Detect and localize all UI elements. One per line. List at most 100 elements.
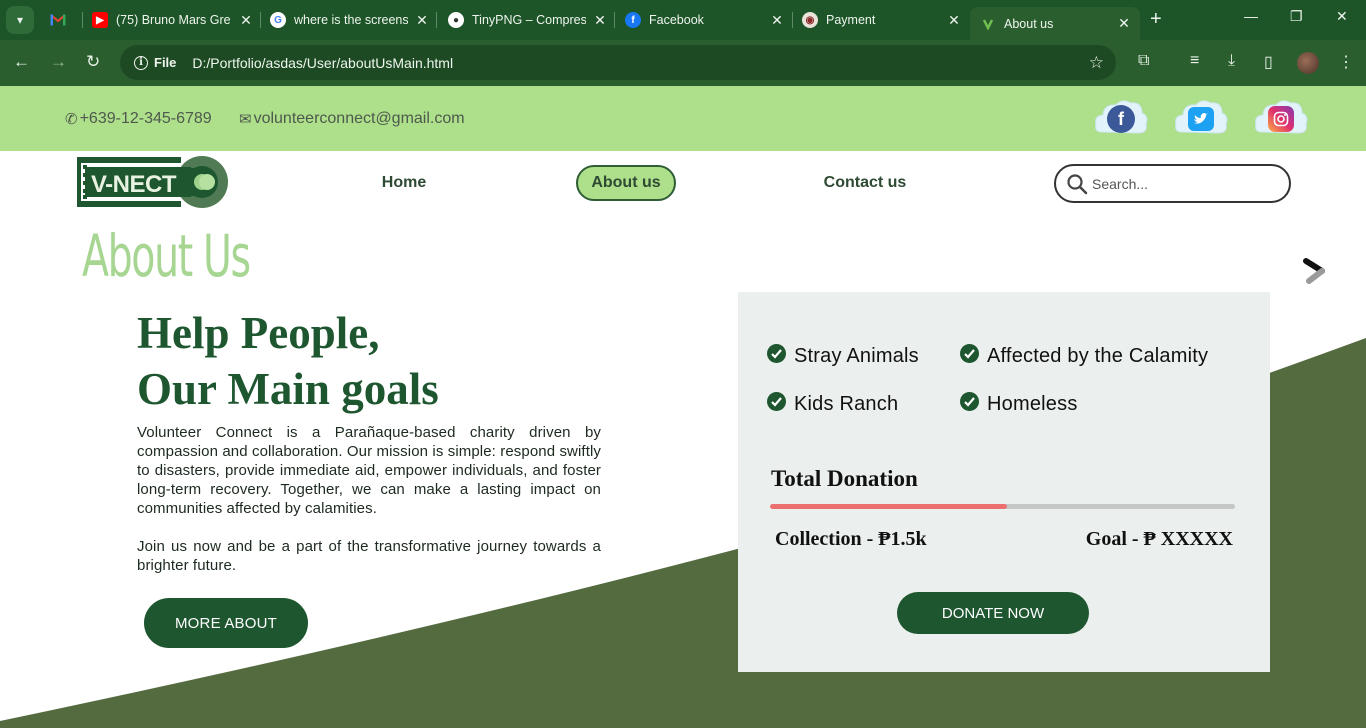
mission-paragraph: Volunteer Connect is a Parañaque-based c… bbox=[137, 424, 601, 517]
check-circle-icon bbox=[960, 344, 979, 363]
facebook-link[interactable]: f bbox=[1092, 96, 1150, 142]
browser-tab-strip: ▾ ▶ (75) Bruno Mars Gre ✕ G where is the… bbox=[0, 0, 1366, 40]
contact-topbar: ✆ +639-12-345-6789 ✉ volunteerconnect@gm… bbox=[0, 86, 1366, 151]
phone-number: +639-12-345-6789 bbox=[79, 110, 212, 127]
tab-title: Payment bbox=[826, 13, 876, 27]
tab-separator bbox=[82, 12, 83, 28]
tab-title: where is the screens bbox=[294, 13, 408, 27]
site-info-label: File bbox=[154, 55, 177, 70]
donate-now-label: DONATE NOW bbox=[941, 604, 1045, 622]
donation-progress-fill bbox=[770, 504, 1008, 509]
new-tab-button[interactable]: + bbox=[1150, 9, 1162, 29]
main-heading: Help People, Our Main goals bbox=[137, 305, 439, 417]
vnect-logo[interactable]: V-NECT bbox=[75, 155, 231, 209]
tab-search-button[interactable]: ▾ bbox=[6, 6, 34, 34]
tab-title: Facebook bbox=[649, 13, 704, 27]
tab-about-us[interactable]: About us ✕ bbox=[970, 7, 1140, 40]
back-icon[interactable]: ← bbox=[13, 52, 30, 72]
goal-label: Affected by the Calamity bbox=[987, 345, 1209, 367]
goal-label: Stray Animals bbox=[794, 345, 919, 367]
restore-icon[interactable]: ❐ bbox=[1290, 8, 1303, 25]
search-input[interactable] bbox=[1092, 175, 1272, 192]
search-box[interactable] bbox=[1054, 164, 1291, 203]
close-tab-icon[interactable]: ✕ bbox=[1116, 15, 1132, 32]
tab-google[interactable]: G where is the screens ✕ bbox=[270, 6, 430, 34]
minimize-icon[interactable]: — bbox=[1244, 8, 1258, 24]
reload-icon[interactable]: ↻ bbox=[86, 52, 100, 72]
instagram-icon bbox=[1268, 106, 1294, 132]
check-circle-icon bbox=[767, 392, 786, 411]
tab-payment[interactable]: ◉ Payment ✕ bbox=[802, 6, 962, 34]
goal-amount: Goal - ₱ XXXXX bbox=[1085, 528, 1233, 550]
browser-toolbar: ← → ↻ i File D:/Portfolio/asdas/User/abo… bbox=[0, 40, 1366, 86]
site-info-chip[interactable]: i File bbox=[130, 50, 184, 76]
close-window-icon[interactable]: ✕ bbox=[1336, 8, 1348, 25]
twitter-link[interactable] bbox=[1172, 96, 1230, 142]
twitter-icon bbox=[1188, 107, 1214, 131]
forward-icon[interactable]: → bbox=[50, 52, 67, 72]
facebook-icon: f bbox=[625, 12, 641, 28]
phone-icon: ✆ bbox=[65, 111, 78, 128]
nav-home[interactable]: Home bbox=[364, 165, 444, 201]
mail-icon: ✉ bbox=[239, 111, 252, 128]
tab-separator bbox=[792, 12, 793, 28]
goal-item: Affected by the Calamity bbox=[960, 344, 1209, 368]
donation-card: Stray Animals Affected by the Calamity K… bbox=[738, 292, 1270, 672]
more-about-button[interactable]: MORE ABOUT bbox=[144, 598, 308, 648]
join-paragraph: Join us now and be a part of the transfo… bbox=[137, 538, 601, 574]
facebook-icon: f bbox=[1107, 105, 1135, 133]
nav-about-us[interactable]: About us bbox=[576, 165, 676, 201]
tab-separator bbox=[260, 12, 261, 28]
tinypng-icon: ● bbox=[448, 12, 464, 28]
bookmark-star-icon[interactable]: ☆ bbox=[1089, 53, 1104, 73]
nav-contact-us[interactable]: Contact us bbox=[815, 165, 915, 201]
total-donation-title: Total Donation bbox=[771, 466, 918, 491]
check-circle-icon bbox=[767, 344, 786, 363]
profile-avatar[interactable] bbox=[1297, 52, 1319, 74]
url-text[interactable]: D:/Portfolio/asdas/User/aboutUsMain.html bbox=[192, 55, 453, 71]
collection-amount: Collection - ₱1.5k bbox=[775, 528, 927, 550]
goal-item: Stray Animals bbox=[767, 344, 919, 368]
side-panel-icon[interactable]: ▯ bbox=[1264, 52, 1273, 72]
tab-title: About us bbox=[1004, 16, 1054, 31]
close-tab-icon[interactable]: ✕ bbox=[238, 12, 254, 29]
donate-now-button[interactable]: DONATE NOW bbox=[897, 592, 1089, 634]
search-icon bbox=[1067, 173, 1088, 194]
email-address: volunteerconnect@gmail.com bbox=[253, 110, 465, 127]
address-bar[interactable]: i File D:/Portfolio/asdas/User/aboutUsMa… bbox=[120, 45, 1116, 80]
nav-about-label: About us bbox=[591, 174, 661, 191]
chevron-down-icon: ▾ bbox=[16, 13, 24, 27]
extensions-icon[interactable]: ⧉ bbox=[1138, 52, 1149, 70]
close-tab-icon[interactable]: ✕ bbox=[769, 12, 785, 29]
tab-youtube[interactable]: ▶ (75) Bruno Mars Gre ✕ bbox=[92, 6, 254, 34]
more-about-label: MORE ABOUT bbox=[174, 614, 277, 632]
main-navigation: V-NECT Home About us Contact us bbox=[0, 151, 1366, 213]
instagram-link[interactable] bbox=[1252, 96, 1310, 142]
info-icon: i bbox=[134, 55, 148, 70]
check-circle-icon bbox=[960, 392, 979, 411]
heading-line-1: Help People, bbox=[137, 308, 380, 358]
download-icon[interactable]: ⤓ bbox=[1228, 52, 1235, 70]
tab-facebook[interactable]: f Facebook ✕ bbox=[625, 6, 785, 34]
media-control-icon[interactable]: ≡ bbox=[1190, 52, 1199, 70]
close-tab-icon[interactable]: ✕ bbox=[592, 12, 608, 29]
logo-text: V-NECT bbox=[91, 171, 177, 198]
close-tab-icon[interactable]: ✕ bbox=[414, 12, 430, 29]
tab-gmail[interactable] bbox=[50, 6, 78, 34]
donation-progress-bar bbox=[770, 504, 1235, 509]
more-menu-icon[interactable]: ⋮ bbox=[1338, 52, 1354, 72]
goal-item: Homeless bbox=[960, 392, 1078, 416]
google-icon: G bbox=[270, 12, 286, 28]
phone-contact: ✆ +639-12-345-6789 bbox=[65, 110, 212, 128]
heading-line-2: Our Main goals bbox=[137, 364, 439, 414]
payment-icon: ◉ bbox=[802, 12, 818, 28]
nav-home-label: Home bbox=[381, 174, 427, 191]
email-contact: ✉ volunteerconnect@gmail.com bbox=[239, 110, 465, 128]
tab-tinypng[interactable]: ● TinyPNG – Compres ✕ bbox=[448, 6, 608, 34]
tab-title: (75) Bruno Mars Gre bbox=[116, 13, 231, 27]
youtube-icon: ▶ bbox=[92, 12, 108, 28]
goal-item: Kids Ranch bbox=[767, 392, 899, 416]
next-arrow-icon[interactable] bbox=[1300, 255, 1328, 287]
close-tab-icon[interactable]: ✕ bbox=[946, 12, 962, 29]
goal-label: Kids Ranch bbox=[794, 393, 899, 415]
